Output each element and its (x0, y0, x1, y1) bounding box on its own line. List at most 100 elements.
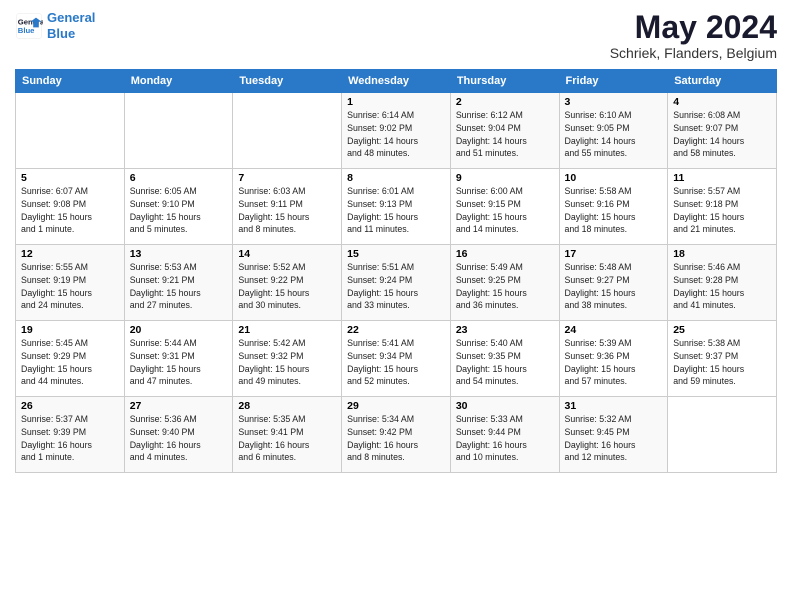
day-number: 15 (347, 248, 445, 260)
day-info: Sunrise: 5:44 AMSunset: 9:31 PMDaylight:… (130, 337, 228, 388)
day-number: 3 (565, 96, 663, 108)
day-number: 22 (347, 324, 445, 336)
day-number: 18 (673, 248, 771, 260)
day-info: Sunrise: 5:45 AMSunset: 9:29 PMDaylight:… (21, 337, 119, 388)
calendar-cell: 18Sunrise: 5:46 AMSunset: 9:28 PMDayligh… (668, 245, 777, 321)
calendar-cell: 4Sunrise: 6:08 AMSunset: 9:07 PMDaylight… (668, 93, 777, 169)
calendar-cell: 29Sunrise: 5:34 AMSunset: 9:42 PMDayligh… (342, 397, 451, 473)
day-number: 5 (21, 172, 119, 184)
day-number: 7 (238, 172, 336, 184)
logo-icon: General Blue (15, 12, 43, 40)
calendar-cell: 5Sunrise: 6:07 AMSunset: 9:08 PMDaylight… (16, 169, 125, 245)
day-number: 10 (565, 172, 663, 184)
day-info: Sunrise: 5:57 AMSunset: 9:18 PMDaylight:… (673, 185, 771, 236)
page: General Blue General Blue May 2024 Schri… (0, 0, 792, 612)
day-number: 11 (673, 172, 771, 184)
day-info: Sunrise: 5:38 AMSunset: 9:37 PMDaylight:… (673, 337, 771, 388)
day-number: 24 (565, 324, 663, 336)
weekday-monday: Monday (124, 70, 233, 93)
calendar-subtitle: Schriek, Flanders, Belgium (610, 45, 777, 61)
calendar-cell: 16Sunrise: 5:49 AMSunset: 9:25 PMDayligh… (450, 245, 559, 321)
calendar-cell: 28Sunrise: 5:35 AMSunset: 9:41 PMDayligh… (233, 397, 342, 473)
calendar-cell: 13Sunrise: 5:53 AMSunset: 9:21 PMDayligh… (124, 245, 233, 321)
calendar-cell (233, 93, 342, 169)
week-row-0: 1Sunrise: 6:14 AMSunset: 9:02 PMDaylight… (16, 93, 777, 169)
day-number: 9 (456, 172, 554, 184)
week-row-3: 19Sunrise: 5:45 AMSunset: 9:29 PMDayligh… (16, 321, 777, 397)
day-info: Sunrise: 5:39 AMSunset: 9:36 PMDaylight:… (565, 337, 663, 388)
calendar-cell: 14Sunrise: 5:52 AMSunset: 9:22 PMDayligh… (233, 245, 342, 321)
day-info: Sunrise: 5:40 AMSunset: 9:35 PMDaylight:… (456, 337, 554, 388)
weekday-tuesday: Tuesday (233, 70, 342, 93)
day-number: 2 (456, 96, 554, 108)
day-number: 4 (673, 96, 771, 108)
calendar-cell: 3Sunrise: 6:10 AMSunset: 9:05 PMDaylight… (559, 93, 668, 169)
calendar-cell (124, 93, 233, 169)
day-info: Sunrise: 5:58 AMSunset: 9:16 PMDaylight:… (565, 185, 663, 236)
day-info: Sunrise: 6:01 AMSunset: 9:13 PMDaylight:… (347, 185, 445, 236)
day-info: Sunrise: 5:55 AMSunset: 9:19 PMDaylight:… (21, 261, 119, 312)
day-number: 30 (456, 400, 554, 412)
day-number: 29 (347, 400, 445, 412)
day-info: Sunrise: 5:49 AMSunset: 9:25 PMDaylight:… (456, 261, 554, 312)
day-number: 13 (130, 248, 228, 260)
day-info: Sunrise: 5:41 AMSunset: 9:34 PMDaylight:… (347, 337, 445, 388)
calendar-cell: 20Sunrise: 5:44 AMSunset: 9:31 PMDayligh… (124, 321, 233, 397)
calendar-cell (668, 397, 777, 473)
calendar-cell: 11Sunrise: 5:57 AMSunset: 9:18 PMDayligh… (668, 169, 777, 245)
calendar-cell: 30Sunrise: 5:33 AMSunset: 9:44 PMDayligh… (450, 397, 559, 473)
calendar-body: 1Sunrise: 6:14 AMSunset: 9:02 PMDaylight… (16, 93, 777, 473)
logo-text: General Blue (47, 10, 95, 41)
calendar-cell: 8Sunrise: 6:01 AMSunset: 9:13 PMDaylight… (342, 169, 451, 245)
day-info: Sunrise: 5:34 AMSunset: 9:42 PMDaylight:… (347, 413, 445, 464)
day-number: 16 (456, 248, 554, 260)
day-info: Sunrise: 6:08 AMSunset: 9:07 PMDaylight:… (673, 109, 771, 160)
weekday-friday: Friday (559, 70, 668, 93)
day-number: 23 (456, 324, 554, 336)
calendar-cell: 9Sunrise: 6:00 AMSunset: 9:15 PMDaylight… (450, 169, 559, 245)
day-number: 6 (130, 172, 228, 184)
weekday-wednesday: Wednesday (342, 70, 451, 93)
day-number: 20 (130, 324, 228, 336)
day-info: Sunrise: 5:32 AMSunset: 9:45 PMDaylight:… (565, 413, 663, 464)
day-number: 28 (238, 400, 336, 412)
week-row-1: 5Sunrise: 6:07 AMSunset: 9:08 PMDaylight… (16, 169, 777, 245)
day-info: Sunrise: 5:53 AMSunset: 9:21 PMDaylight:… (130, 261, 228, 312)
day-info: Sunrise: 5:42 AMSunset: 9:32 PMDaylight:… (238, 337, 336, 388)
svg-text:Blue: Blue (18, 26, 35, 35)
calendar-header: Sunday Monday Tuesday Wednesday Thursday… (16, 70, 777, 93)
week-row-4: 26Sunrise: 5:37 AMSunset: 9:39 PMDayligh… (16, 397, 777, 473)
day-info: Sunrise: 6:03 AMSunset: 9:11 PMDaylight:… (238, 185, 336, 236)
day-number: 8 (347, 172, 445, 184)
day-number: 14 (238, 248, 336, 260)
calendar-cell: 2Sunrise: 6:12 AMSunset: 9:04 PMDaylight… (450, 93, 559, 169)
calendar-table: Sunday Monday Tuesday Wednesday Thursday… (15, 69, 777, 473)
calendar-cell: 15Sunrise: 5:51 AMSunset: 9:24 PMDayligh… (342, 245, 451, 321)
day-info: Sunrise: 6:10 AMSunset: 9:05 PMDaylight:… (565, 109, 663, 160)
weekday-thursday: Thursday (450, 70, 559, 93)
calendar-cell: 6Sunrise: 6:05 AMSunset: 9:10 PMDaylight… (124, 169, 233, 245)
day-info: Sunrise: 6:14 AMSunset: 9:02 PMDaylight:… (347, 109, 445, 160)
day-info: Sunrise: 5:46 AMSunset: 9:28 PMDaylight:… (673, 261, 771, 312)
calendar-cell: 10Sunrise: 5:58 AMSunset: 9:16 PMDayligh… (559, 169, 668, 245)
calendar-cell: 26Sunrise: 5:37 AMSunset: 9:39 PMDayligh… (16, 397, 125, 473)
day-number: 21 (238, 324, 336, 336)
calendar-cell: 12Sunrise: 5:55 AMSunset: 9:19 PMDayligh… (16, 245, 125, 321)
day-number: 1 (347, 96, 445, 108)
calendar-cell: 17Sunrise: 5:48 AMSunset: 9:27 PMDayligh… (559, 245, 668, 321)
calendar-cell (16, 93, 125, 169)
header: General Blue General Blue May 2024 Schri… (15, 10, 777, 61)
calendar-cell: 23Sunrise: 5:40 AMSunset: 9:35 PMDayligh… (450, 321, 559, 397)
day-info: Sunrise: 5:35 AMSunset: 9:41 PMDaylight:… (238, 413, 336, 464)
week-row-2: 12Sunrise: 5:55 AMSunset: 9:19 PMDayligh… (16, 245, 777, 321)
day-info: Sunrise: 5:48 AMSunset: 9:27 PMDaylight:… (565, 261, 663, 312)
calendar-cell: 1Sunrise: 6:14 AMSunset: 9:02 PMDaylight… (342, 93, 451, 169)
day-info: Sunrise: 6:07 AMSunset: 9:08 PMDaylight:… (21, 185, 119, 236)
day-number: 19 (21, 324, 119, 336)
calendar-cell: 7Sunrise: 6:03 AMSunset: 9:11 PMDaylight… (233, 169, 342, 245)
calendar-cell: 22Sunrise: 5:41 AMSunset: 9:34 PMDayligh… (342, 321, 451, 397)
weekday-sunday: Sunday (16, 70, 125, 93)
day-info: Sunrise: 5:51 AMSunset: 9:24 PMDaylight:… (347, 261, 445, 312)
calendar-cell: 24Sunrise: 5:39 AMSunset: 9:36 PMDayligh… (559, 321, 668, 397)
logo: General Blue General Blue (15, 10, 95, 41)
